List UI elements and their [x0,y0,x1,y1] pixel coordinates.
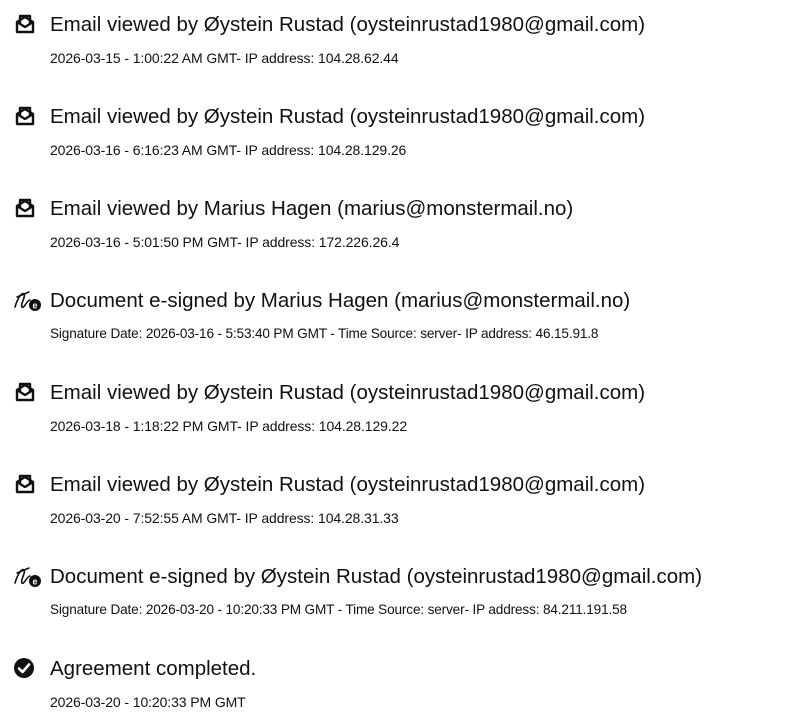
svg-text:e: e [32,577,37,587]
envelope-open-icon [13,196,43,220]
audit-event-e-signed: e Document e-signed by Øystein Rustad (o… [0,559,806,629]
event-title: Document e-signed by Øystein Rustad (oys… [50,565,703,588]
check-circle-icon [13,656,43,680]
audit-event-email-viewed: Email viewed by Øystein Rustad (oysteinr… [0,375,806,445]
audit-event-email-viewed: Email viewed by Øystein Rustad (oysteinr… [0,467,806,537]
event-title: Email viewed by Marius Hagen (marius@mon… [50,197,574,220]
svg-text:e: e [32,301,37,311]
event-title: Agreement completed. [50,657,257,680]
event-title: Document e-signed by Marius Hagen (mariu… [50,289,631,312]
audit-event-email-viewed: Email viewed by Øystein Rustad (oysteinr… [0,99,806,169]
event-title: Email viewed by Øystein Rustad (oysteinr… [50,13,646,36]
envelope-open-icon [13,380,43,404]
audit-event-email-viewed: Email viewed by Øystein Rustad (oysteinr… [0,7,806,77]
event-title: Email viewed by Øystein Rustad (oysteinr… [50,105,646,128]
event-meta: 2026-03-20 - 7:52:55 AM GMT- IP address:… [50,510,399,526]
audit-trail-timeline: Email viewed by Øystein Rustad (oysteinr… [0,0,806,715]
event-meta: 2026-03-16 - 5:01:50 PM GMT- IP address:… [50,234,400,250]
event-title: Email viewed by Øystein Rustad (oysteinr… [50,473,646,496]
event-meta: 2026-03-20 - 10:20:33 PM GMT [50,694,246,710]
envelope-open-icon [13,12,43,36]
event-meta: 2026-03-15 - 1:00:22 AM GMT- IP address:… [50,50,399,66]
e-signature-icon: e [13,564,43,588]
event-meta: Signature Date: 2026-03-20 - 10:20:33 PM… [50,602,627,617]
audit-event-email-viewed: Email viewed by Marius Hagen (marius@mon… [0,191,806,261]
event-meta: Signature Date: 2026-03-16 - 5:53:40 PM … [50,326,599,341]
event-title: Email viewed by Øystein Rustad (oysteinr… [50,381,646,404]
envelope-open-icon [13,104,43,128]
audit-event-agreement-completed: Agreement completed. 2026-03-20 - 10:20:… [0,651,806,715]
e-signature-icon: e [13,288,43,312]
event-meta: 2026-03-16 - 6:16:23 AM GMT- IP address:… [50,142,407,158]
audit-event-e-signed: e Document e-signed by Marius Hagen (mar… [0,283,806,353]
event-meta: 2026-03-18 - 1:18:22 PM GMT- IP address:… [50,418,408,434]
envelope-open-icon [13,472,43,496]
